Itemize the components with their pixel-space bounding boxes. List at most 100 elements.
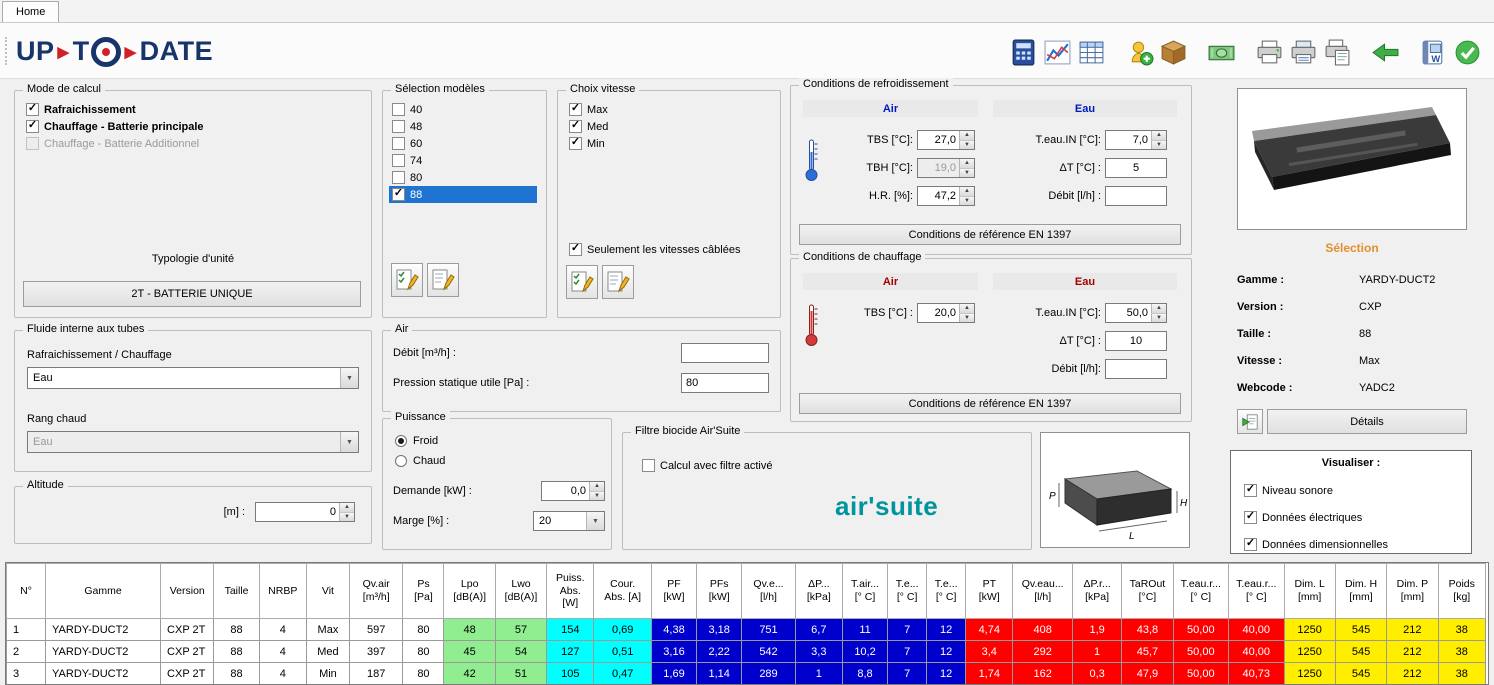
froid-radio-row[interactable]: Froid [395, 435, 438, 447]
result-cell[interactable]: 751 [742, 619, 795, 641]
result-cell[interactable]: 289 [742, 663, 795, 685]
result-cell[interactable]: 212 [1387, 641, 1438, 663]
reference-conditions-button[interactable]: Conditions de référence EN 1397 [799, 224, 1181, 245]
result-cell[interactable]: 1,14 [697, 663, 742, 685]
check-all-speeds-button[interactable] [566, 265, 598, 299]
result-cell[interactable]: 12 [927, 663, 966, 685]
result-cell[interactable]: 1 [7, 619, 46, 641]
column-header[interactable]: PFs[kW] [697, 564, 742, 619]
spinner-arrows[interactable]: ▲▼ [959, 131, 974, 149]
checkbox[interactable] [569, 103, 582, 116]
spinner-arrows[interactable]: ▲▼ [339, 503, 354, 521]
result-cell[interactable]: 48 [444, 619, 495, 641]
checkbox-item-60[interactable]: 60 [389, 135, 537, 152]
delta-t-input[interactable]: 5 [1105, 158, 1167, 178]
checkbox-item-40[interactable]: 40 [389, 101, 537, 118]
result-cell[interactable]: 3,4 [966, 641, 1013, 663]
result-cell[interactable]: 50,00 [1173, 641, 1228, 663]
checkbox[interactable] [26, 120, 39, 133]
checkbox-item-chauffage-batterie-principale[interactable]: Chauffage - Batterie principale [23, 118, 207, 135]
column-header[interactable]: PT[kW] [966, 564, 1013, 619]
column-header[interactable]: Ps[Pa] [403, 564, 444, 619]
checkbox[interactable] [1244, 511, 1257, 524]
result-cell[interactable]: 1250 [1284, 663, 1335, 685]
result-cell[interactable]: 545 [1335, 641, 1386, 663]
typologie-button[interactable]: 2T - BATTERIE UNIQUE [23, 281, 361, 307]
teau-in-spinner[interactable]: 50,0 ▲▼ [1105, 303, 1167, 323]
result-cell[interactable]: 38 [1438, 663, 1485, 685]
result-cell[interactable]: 4 [259, 619, 306, 641]
checkbox-item-74[interactable]: 74 [389, 152, 537, 169]
spinner-arrows[interactable]: ▲▼ [1151, 131, 1166, 149]
checkbox-item-min[interactable]: Min [566, 135, 611, 152]
filtre-checkbox-row[interactable]: Calcul avec filtre activé [639, 457, 776, 474]
result-cell[interactable]: 127 [547, 641, 594, 663]
check-all-models-button[interactable] [391, 263, 423, 297]
result-cell[interactable]: 3,16 [651, 641, 696, 663]
tab-home[interactable]: Home [2, 1, 59, 22]
chaud-radio-row[interactable]: Chaud [395, 455, 445, 467]
result-cell[interactable]: 88 [214, 641, 259, 663]
checkbox-item-med[interactable]: Med [566, 118, 611, 135]
result-row[interactable]: 1YARDY-DUCT2CXP 2T884Max5978048571540,69… [7, 619, 1486, 641]
result-cell[interactable]: 4 [259, 663, 306, 685]
package-button[interactable] [1156, 35, 1190, 69]
column-header[interactable]: T.eau.r...[° C] [1173, 564, 1228, 619]
spinner-arrows[interactable]: ▲▼ [589, 482, 604, 500]
column-header[interactable]: TaROut[°C] [1122, 564, 1173, 619]
debit-eau-input[interactable] [1105, 359, 1167, 379]
print-alt-button[interactable] [1286, 35, 1320, 69]
result-cell[interactable]: 292 [1013, 641, 1073, 663]
result-cell[interactable]: 187 [350, 663, 403, 685]
result-cell[interactable]: 212 [1387, 619, 1438, 641]
result-cell[interactable]: 50,00 [1173, 663, 1228, 685]
tbs-spinner[interactable]: 20,0 ▲▼ [917, 303, 975, 323]
column-header[interactable]: Lpo[dB(A)] [444, 564, 495, 619]
checkbox[interactable] [392, 154, 405, 167]
edit-speeds-button[interactable] [602, 265, 634, 299]
checkbox[interactable] [1244, 538, 1257, 551]
grid-button[interactable] [1074, 35, 1108, 69]
result-cell[interactable]: 2,22 [697, 641, 742, 663]
result-cell[interactable]: 408 [1013, 619, 1073, 641]
result-cell[interactable]: CXP 2T [161, 641, 214, 663]
result-cell[interactable]: 545 [1335, 663, 1386, 685]
checkbox-item-niveau-sonore[interactable]: Niveau sonore [1241, 477, 1391, 504]
checkbox[interactable] [642, 459, 655, 472]
column-header[interactable]: Qv.eau...[l/h] [1013, 564, 1073, 619]
checkbox[interactable] [1244, 484, 1257, 497]
result-cell[interactable]: 4,74 [966, 619, 1013, 641]
radio-button[interactable] [395, 435, 407, 447]
workbook-button[interactable]: W [1416, 35, 1450, 69]
column-header[interactable]: Qv.e...[l/h] [742, 564, 795, 619]
checkbox-item-rafraichissement[interactable]: Rafraichissement [23, 101, 207, 118]
result-cell[interactable]: YARDY-DUCT2 [46, 663, 161, 685]
result-cell[interactable]: CXP 2T [161, 663, 214, 685]
chart-button[interactable] [1040, 35, 1074, 69]
column-header[interactable]: T.eau.r...[° C] [1229, 564, 1284, 619]
result-cell[interactable]: YARDY-DUCT2 [46, 641, 161, 663]
result-cell[interactable]: 42 [444, 663, 495, 685]
result-cell[interactable]: 40,00 [1229, 619, 1284, 641]
result-cell[interactable]: 105 [547, 663, 594, 685]
result-cell[interactable]: 40,73 [1229, 663, 1284, 685]
banknote-button[interactable] [1204, 35, 1238, 69]
result-cell[interactable]: 1 [795, 663, 842, 685]
result-cell[interactable]: 47,9 [1122, 663, 1173, 685]
debit-air-input[interactable] [681, 343, 769, 363]
result-cell[interactable]: 1250 [1284, 641, 1335, 663]
result-cell[interactable]: 43,8 [1122, 619, 1173, 641]
checkbox[interactable] [26, 103, 39, 116]
result-cell[interactable]: 12 [927, 641, 966, 663]
result-cell[interactable]: 45 [444, 641, 495, 663]
result-cell[interactable]: CXP 2T [161, 619, 214, 641]
result-cell[interactable]: 545 [1335, 619, 1386, 641]
checkbox-item-chauffage-batterie-additionnel[interactable]: Chauffage - Batterie Additionnel [23, 135, 207, 152]
result-cell[interactable]: 397 [350, 641, 403, 663]
spinner-arrows[interactable]: ▲▼ [1151, 304, 1166, 322]
result-cell[interactable]: 45,7 [1122, 641, 1173, 663]
result-cell[interactable]: 80 [403, 663, 444, 685]
result-cell[interactable]: 80 [403, 619, 444, 641]
result-cell[interactable]: 542 [742, 641, 795, 663]
result-cell[interactable]: Med [306, 641, 349, 663]
